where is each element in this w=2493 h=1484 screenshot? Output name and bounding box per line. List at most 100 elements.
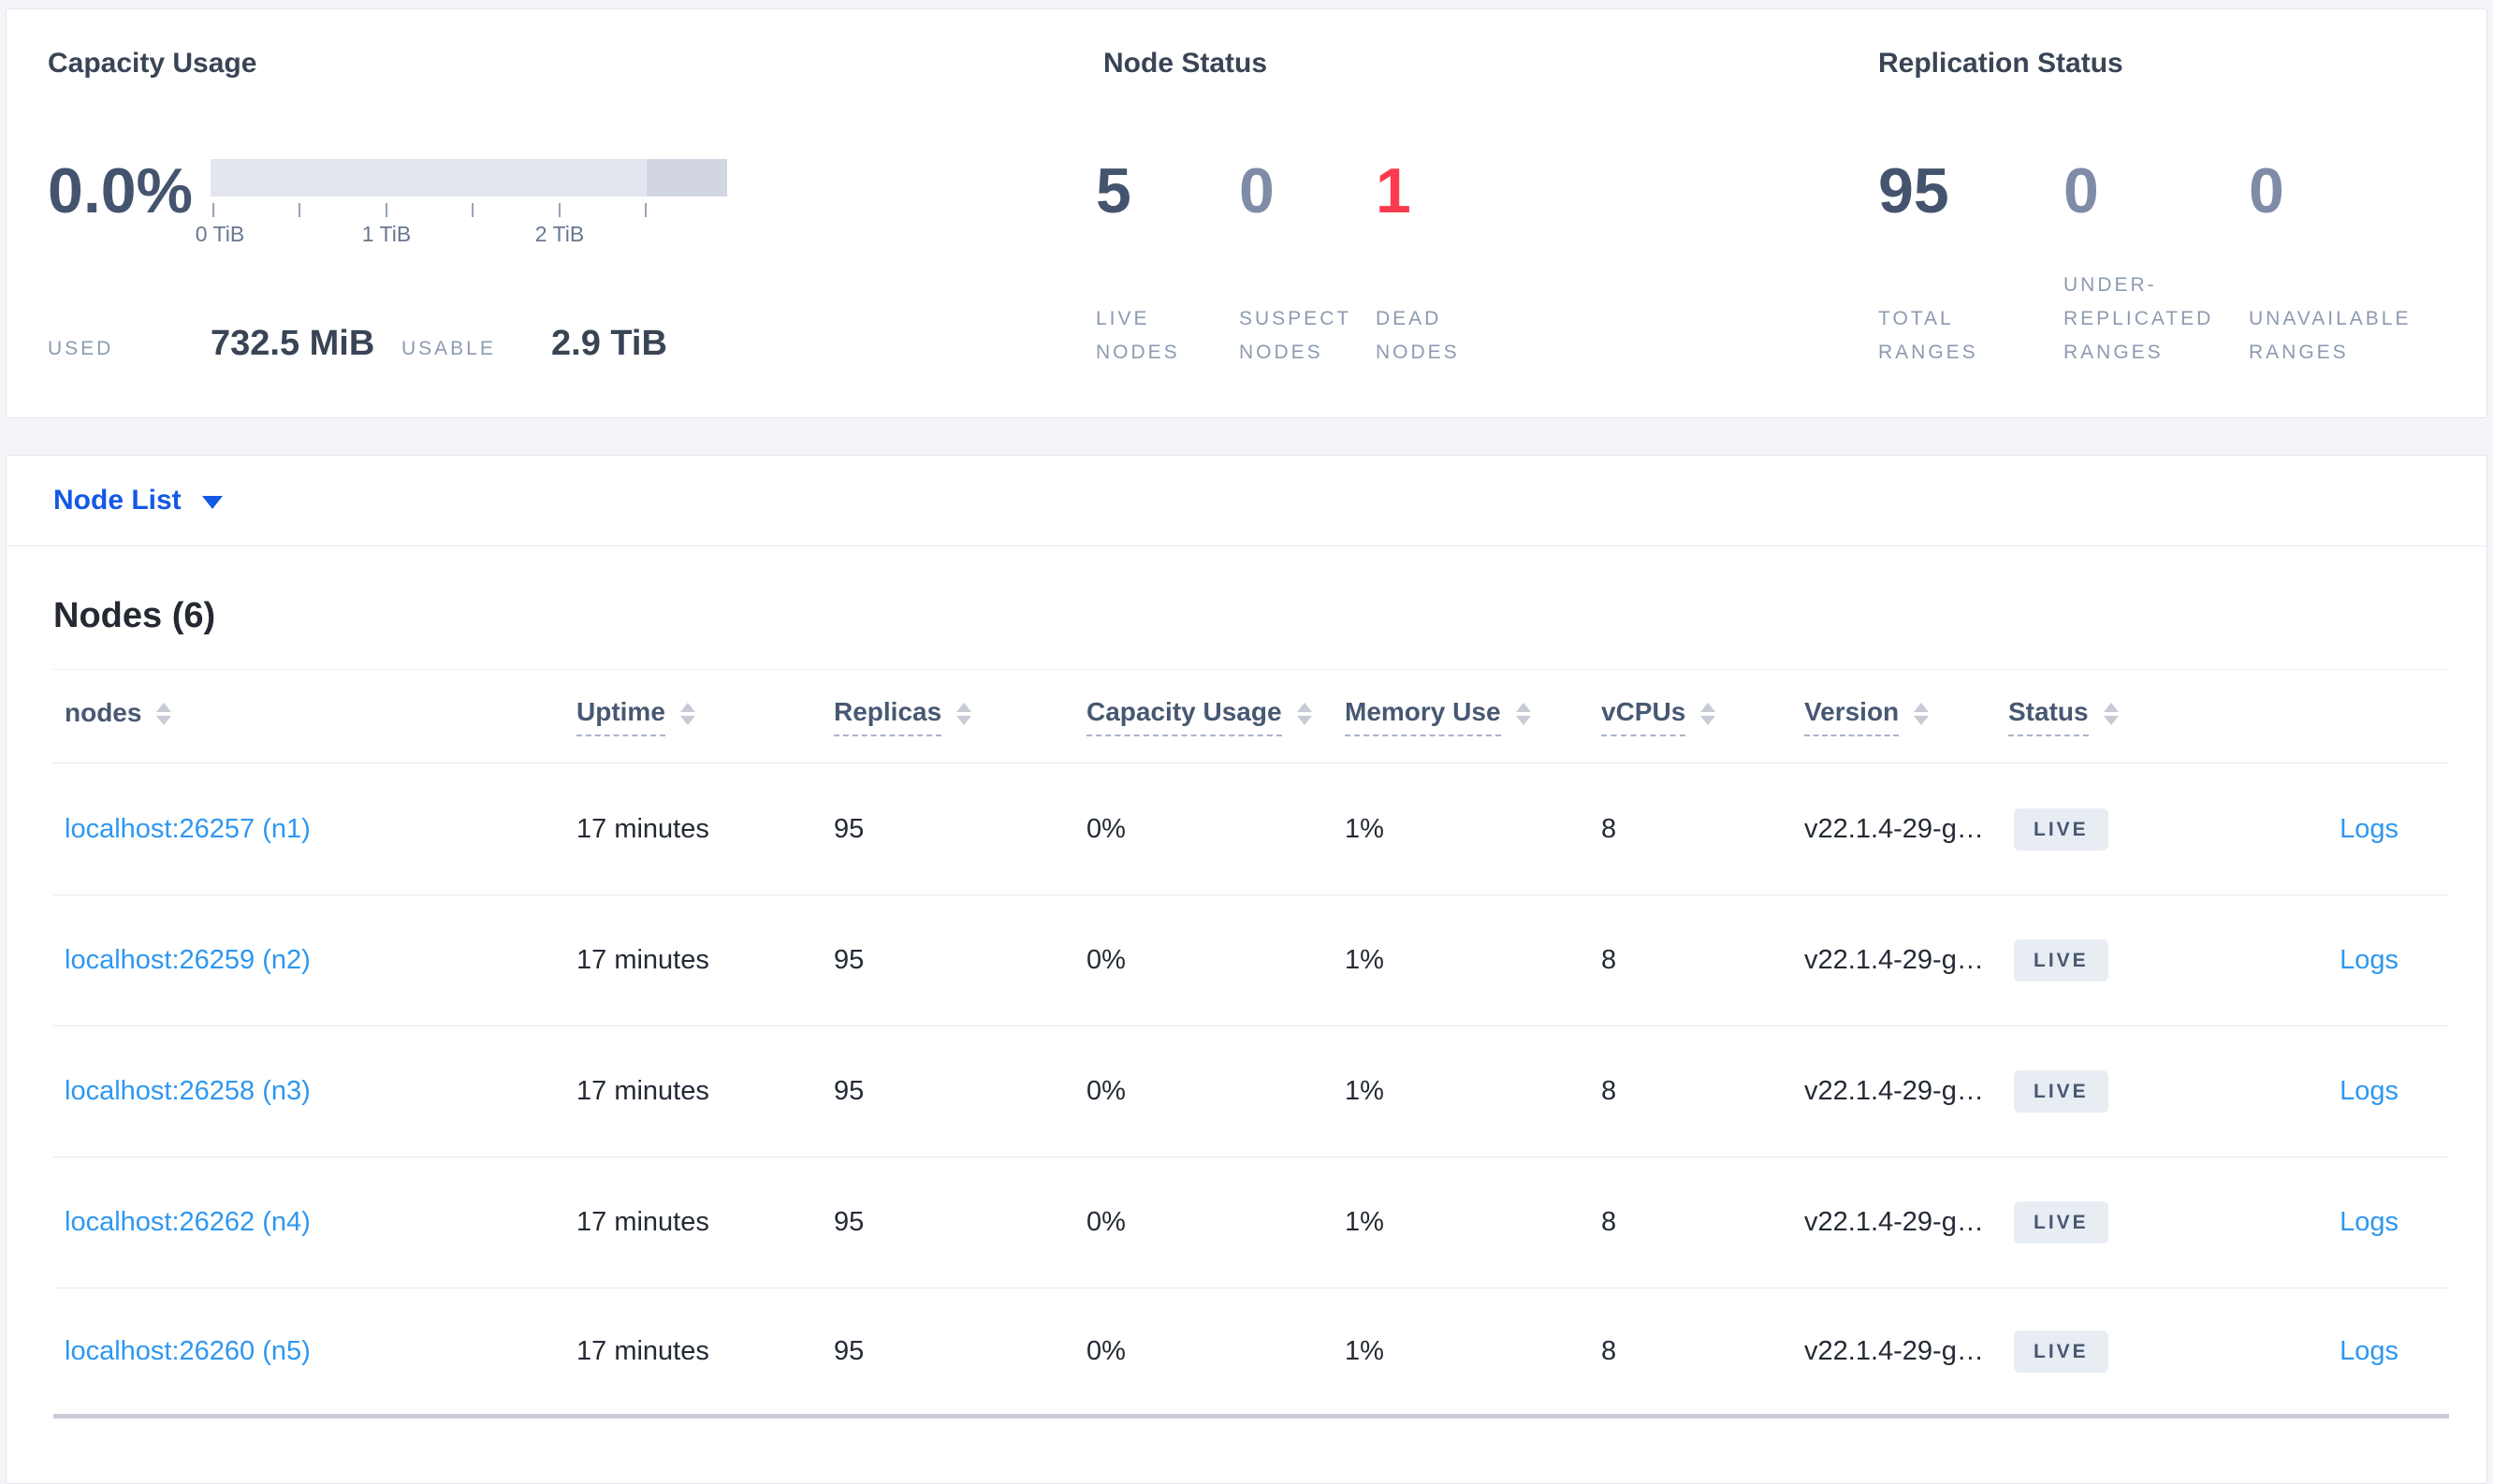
capacity-usage-title: Capacity Usage xyxy=(48,48,257,79)
cluster-summary-panel: Capacity Usage 0.0% 0 TiB 1 TiB 2 TiB US… xyxy=(6,8,2487,418)
node-address-link[interactable]: localhost:26257 (n1) xyxy=(65,814,576,845)
status-cell: LIVE xyxy=(2008,939,2209,982)
column-header-vcpus[interactable]: vCPUs xyxy=(1601,697,1804,736)
replicas-cell: 95 xyxy=(834,945,865,975)
replicas-cell: 95 xyxy=(834,1335,865,1366)
status-cell: LIVE xyxy=(2008,1201,2209,1244)
table-row: localhost:26260 (n5) 17 minutes 95 0% 1% 8 v22… xyxy=(53,1288,2449,1419)
node-status-stat-label: SUSPECT NODES xyxy=(1239,308,1352,363)
memory-cell: 1% xyxy=(1345,945,1384,975)
version-cell: v22.1.4-29-g… xyxy=(1804,945,1984,975)
column-header-label: Capacity Usage xyxy=(1086,697,1282,736)
capacity-gauge-nonusable-segment xyxy=(647,159,727,196)
column-header-uptime[interactable]: Uptime xyxy=(576,697,834,736)
sort-arrows-icon xyxy=(1296,702,1312,725)
sort-arrows-icon xyxy=(1914,702,1930,725)
table-row: localhost:26259 (n2) 17 minutes 95 0% 1% 8 v22… xyxy=(53,895,2449,1026)
uptime-cell: 17 minutes xyxy=(576,813,709,844)
column-header-nodes[interactable]: nodes xyxy=(65,698,576,735)
column-header-label: vCPUs xyxy=(1601,697,1686,736)
column-header-capacity-usage[interactable]: Capacity Usage xyxy=(1086,697,1345,736)
capacity-cell: 0% xyxy=(1086,1076,1126,1106)
sort-arrows-icon xyxy=(956,702,972,725)
table-row: localhost:26257 (n1) 17 minutes 95 0% 1% 8 v22… xyxy=(53,764,2449,895)
sort-arrows-icon xyxy=(1700,702,1716,725)
capacity-gauge-axis xyxy=(211,203,727,218)
status-badge: LIVE xyxy=(2014,939,2108,982)
node-address-link[interactable]: localhost:26259 (n2) xyxy=(65,945,576,976)
column-header-label: Status xyxy=(2008,697,2089,736)
version-cell: v22.1.4-29-g… xyxy=(1804,1076,1984,1106)
replication-stat: 95 TOTAL RANGES xyxy=(1878,158,1978,370)
table-body: localhost:26257 (n1) 17 minutes 95 0% 1% 8 v22… xyxy=(53,764,2449,1419)
vcpus-cell: 8 xyxy=(1601,1076,1617,1106)
capacity-gauge: 0 TiB 1 TiB 2 TiB xyxy=(196,159,727,250)
replication-status-title: Replication Status xyxy=(1878,48,2123,79)
version-cell: v22.1.4-29-g… xyxy=(1804,1335,1984,1366)
node-list-dropdown[interactable]: Node List xyxy=(53,485,223,516)
axis-tick-label: 1 TiB xyxy=(361,222,412,246)
column-header-label: Version xyxy=(1804,697,1900,736)
sort-arrows-icon xyxy=(679,702,695,725)
nodes-count-heading: Nodes (6) xyxy=(53,596,216,635)
node-address-link[interactable]: localhost:26260 (n5) xyxy=(65,1336,576,1367)
status-badge: LIVE xyxy=(2014,1201,2108,1244)
uptime-cell: 17 minutes xyxy=(576,1076,709,1106)
replication-stat: 0 UNAVAILABLE RANGES xyxy=(2249,158,2411,370)
node-address-link[interactable]: localhost:26258 (n3) xyxy=(65,1076,576,1107)
node-status-stat: 1 DEAD NODES xyxy=(1376,158,1460,370)
status-badge: LIVE xyxy=(2014,807,2108,851)
replicas-cell: 95 xyxy=(834,813,865,844)
vcpus-cell: 8 xyxy=(1601,1335,1617,1366)
node-list-dropdown-row: Node List xyxy=(7,456,2486,546)
logs-link[interactable]: Logs xyxy=(2340,1207,2449,1238)
logs-link[interactable]: Logs xyxy=(2340,1076,2449,1107)
node-list-dropdown-label: Node List xyxy=(53,485,182,516)
column-header-label: Uptime xyxy=(576,697,665,736)
node-status-stat: 5 LIVE NODES xyxy=(1096,158,1180,370)
status-badge: LIVE xyxy=(2014,1070,2108,1113)
node-status-title: Node Status xyxy=(1103,48,1268,79)
axis-tick xyxy=(386,203,387,217)
node-address-link[interactable]: localhost:26262 (n4) xyxy=(65,1207,576,1238)
logs-link[interactable]: Logs xyxy=(2340,814,2449,845)
logs-link[interactable]: Logs xyxy=(2340,1336,2449,1367)
column-header-replicas[interactable]: Replicas xyxy=(834,697,1086,736)
replication-stat-label: UNDER- REPLICATED RANGES xyxy=(2063,274,2214,363)
replication-stat: 0 UNDER- REPLICATED RANGES xyxy=(2063,158,2213,370)
replicas-cell: 95 xyxy=(834,1207,865,1237)
node-list-panel: Node List Nodes (6) nodes Uptime Replicas C… xyxy=(6,455,2487,1484)
memory-cell: 1% xyxy=(1345,1207,1384,1237)
capacity-cell: 0% xyxy=(1086,1207,1126,1237)
column-header-status[interactable]: Status xyxy=(2008,697,2209,736)
chevron-down-icon xyxy=(201,496,223,509)
uptime-cell: 17 minutes xyxy=(576,1335,709,1366)
column-header-version[interactable]: Version xyxy=(1804,697,2008,736)
used-value: 732.5 MiB xyxy=(211,324,375,363)
usable-value: 2.9 TiB xyxy=(551,324,667,363)
capacity-cell: 0% xyxy=(1086,945,1126,975)
capacity-cell: 0% xyxy=(1086,813,1126,844)
status-cell: LIVE xyxy=(2008,807,2209,851)
uptime-cell: 17 minutes xyxy=(576,1207,709,1237)
logs-link[interactable]: Logs xyxy=(2340,945,2449,976)
column-header-label: Memory Use xyxy=(1345,697,1501,736)
replication-stat-value: 0 xyxy=(2063,155,2099,226)
column-header-label: Replicas xyxy=(834,697,942,736)
memory-cell: 1% xyxy=(1345,1076,1384,1106)
node-status-stat: 0 SUSPECT NODES xyxy=(1239,158,1351,370)
version-cell: v22.1.4-29-g… xyxy=(1804,813,1984,844)
capacity-used-usable-row: USED 732.5 MiB USABLE 2.9 TiB xyxy=(48,324,667,364)
axis-tick xyxy=(472,203,474,217)
memory-cell: 1% xyxy=(1345,813,1384,844)
sort-arrows-icon xyxy=(1515,702,1531,725)
replication-stat-label: TOTAL RANGES xyxy=(1878,308,1978,363)
column-header-label: nodes xyxy=(65,697,142,727)
replication-stat-value: 95 xyxy=(1878,155,1949,226)
vcpus-cell: 8 xyxy=(1601,945,1617,975)
column-header-memory-use[interactable]: Memory Use xyxy=(1345,697,1601,736)
node-status-stat-value: 1 xyxy=(1376,155,1411,226)
memory-cell: 1% xyxy=(1345,1335,1384,1366)
capacity-gauge-tick-labels: 0 TiB 1 TiB 2 TiB xyxy=(196,222,727,250)
node-status-stat-label: DEAD NODES xyxy=(1376,308,1460,363)
